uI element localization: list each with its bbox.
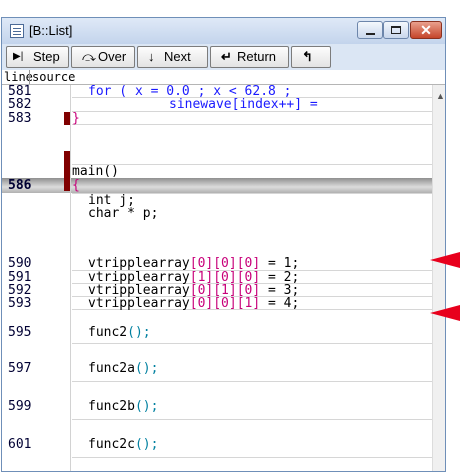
line-number: 601 <box>8 437 32 452</box>
title-bar[interactable]: [B::List] ✕ <box>2 18 445 44</box>
next-button[interactable]: ↓ Next <box>137 46 208 68</box>
return-icon: ↵ <box>221 49 232 64</box>
close-icon: ✕ <box>420 22 432 38</box>
line-separator <box>72 124 432 125</box>
source-column-header[interactable]: source <box>32 70 75 84</box>
line-number: 583 <box>8 111 32 126</box>
line-separator <box>72 419 432 420</box>
up-button[interactable]: ↰ <box>291 46 331 68</box>
line-separator <box>72 343 432 344</box>
source-text: } <box>72 111 80 126</box>
line-separator <box>72 457 432 458</box>
return-label: Return <box>237 49 277 64</box>
callout-arrow <box>430 252 460 268</box>
line-number: 590 <box>8 256 32 271</box>
column-header: line source <box>2 70 445 85</box>
source-text: func2(); <box>88 325 151 340</box>
step-label: Step <box>33 49 60 64</box>
list-window-icon <box>10 24 24 38</box>
over-button[interactable]: ⤼ Over <box>71 46 135 68</box>
maximize-button[interactable] <box>383 21 409 39</box>
breakpoint-marker[interactable] <box>64 151 70 191</box>
line-number: 597 <box>8 361 32 376</box>
callout-arrow <box>430 305 460 321</box>
line-separator <box>72 164 432 165</box>
step-icon: ▶| <box>13 51 24 62</box>
step-button[interactable]: ▶| Step <box>6 46 69 68</box>
window-title: [B::List] <box>29 23 73 38</box>
source-text: func2a(); <box>88 361 159 376</box>
source-text: vtripplearray[0][0][1] = 4; <box>88 296 300 311</box>
source-text: main() <box>72 164 119 179</box>
vertical-scrollbar[interactable]: ▲ <box>432 85 445 471</box>
over-label: Over <box>98 49 127 64</box>
line-separator <box>72 381 432 382</box>
toolbar: ▶| Step ⤼ Over ↓ Next ↵ Return ↰ <box>6 46 445 68</box>
line-number: 593 <box>8 296 32 311</box>
source-text: sinewave[index++] = <box>169 97 318 112</box>
line-number: 582 <box>8 97 32 112</box>
source-text: { <box>72 178 80 193</box>
up-return-icon: ↰ <box>302 49 313 64</box>
source-text: vtripplearray[0][0][0] = 1; <box>88 256 300 271</box>
line-number: 595 <box>8 325 32 340</box>
line-number: 599 <box>8 399 32 414</box>
minimize-button[interactable] <box>357 21 383 39</box>
arrow-down-icon: ↓ <box>148 49 155 64</box>
source-text: func2c(); <box>88 437 159 452</box>
breakpoint-marker[interactable] <box>64 112 70 125</box>
line-number: 586 <box>8 178 32 193</box>
list-window: [B::List] ✕ ▶| Step ⤼ Over ↓ Next ↵ Retu… <box>1 17 446 472</box>
column-divider[interactable] <box>29 70 30 84</box>
scroll-up-icon[interactable]: ▲ <box>436 91 445 101</box>
source-text: char * p; <box>88 206 159 221</box>
close-button[interactable]: ✕ <box>410 21 442 39</box>
source-listing[interactable]: 581 for ( x = 0.0 ; x < 62.8 ; 582 sinew… <box>2 85 432 471</box>
gutter-separator <box>70 85 71 471</box>
next-label: Next <box>164 49 191 64</box>
return-button[interactable]: ↵ Return <box>210 46 289 68</box>
source-text: func2b(); <box>88 399 159 414</box>
step-over-icon: ⤼ <box>82 49 96 64</box>
